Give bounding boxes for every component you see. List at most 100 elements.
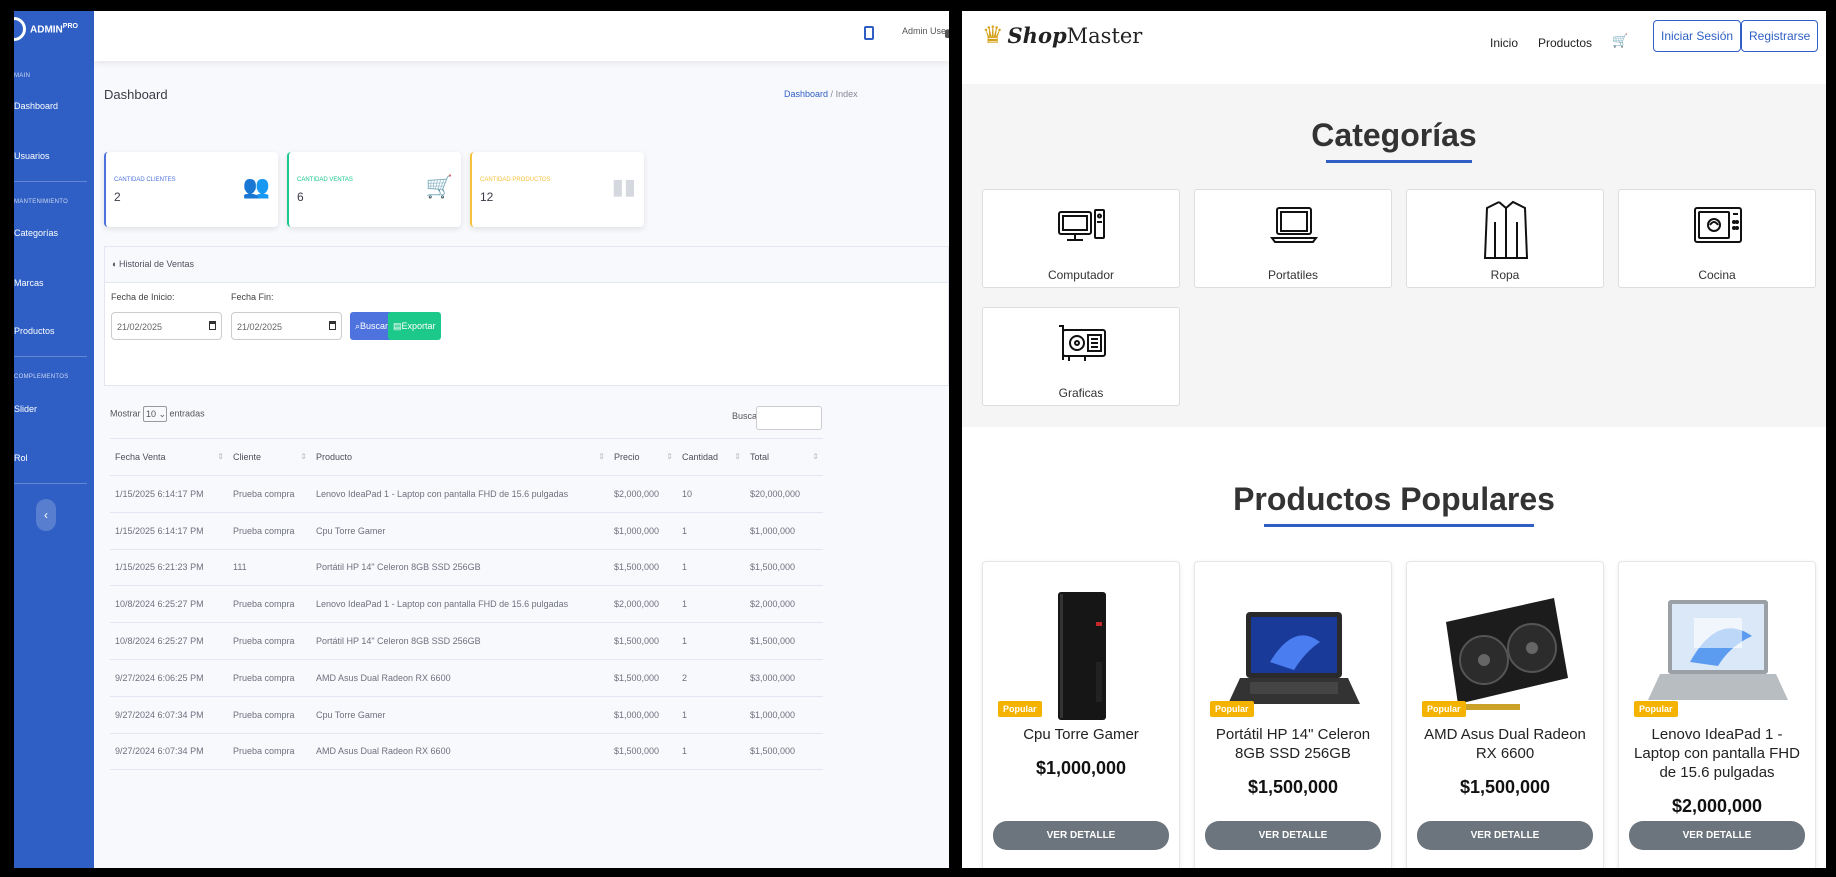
stat-value: 6 [297,190,304,204]
cell-cantidad: 1 [677,696,745,734]
stat-card-productos: CANTIDAD PRODUCTOS 12 ▮▮ [470,152,644,227]
categories-title: Categorías [1311,117,1477,153]
nav-link-inicio[interactable]: Inicio [1490,36,1518,50]
table-row: 1/15/2025 6:21:23 PM 111 Portátil HP 14" C… [110,549,823,587]
category-name: Graficas [1058,386,1104,400]
category-card-cocina[interactable]: Cocina [1618,189,1816,288]
category-card-ropa[interactable]: Ropa [1406,189,1604,288]
view-detail-button[interactable]: VER DETALLE [1629,821,1805,850]
cell-fecha-venta: 10/8/2024 6:25:27 PM [110,622,228,660]
calendar-icon[interactable] [209,321,216,330]
table-row: 1/15/2025 6:14:17 PM Prueba compra Lenovo … [110,475,823,513]
end-date-input[interactable]: 21/02/2025 [231,312,342,340]
sidebar-toggle-button[interactable]: ‹ [36,499,56,531]
col-fecha-venta[interactable]: Fecha Venta [110,438,228,476]
product-card[interactable]: Popular Portátil HP 14" Celeron 8GB SSD … [1194,561,1392,868]
sidebar-item-dashboard[interactable]: Dashboard [14,101,58,111]
product-card[interactable]: Popular AMD Asus Dual Radeon RX 6600 $1,… [1406,561,1604,868]
cell-precio: $1,500,000 [609,733,677,771]
view-detail-button[interactable]: VER DETALLE [993,821,1169,850]
table-row: 10/8/2024 6:25:27 PM Prueba compra Portáti… [110,622,823,660]
cell-precio: $2,000,000 [609,585,677,624]
view-detail-button[interactable]: VER DETALLE [1205,821,1381,850]
calendar-icon[interactable] [329,321,336,330]
datatable-length: Mostrar 10 ⌄ entradas [110,406,205,422]
category-card-computador[interactable]: Computador [982,189,1180,288]
col-cliente[interactable]: Cliente [228,438,311,476]
sidebar-item-usuarios[interactable]: Usuarios [14,151,50,161]
sidebar-divider [14,356,87,357]
cell-precio: $1,000,000 [609,512,677,550]
view-detail-button[interactable]: VER DETALLE [1417,821,1593,850]
cell-total: $3,000,000 [745,659,823,697]
product-card[interactable]: Popular Lenovo IdeaPad 1 - Laptop con pa… [1618,561,1816,868]
datatable-search-input[interactable] [756,406,822,430]
admin-panel: ADMINPRO MAIN Dashboard Usuarios MANTENI… [14,11,949,868]
table-row: 9/27/2024 6:07:34 PM Prueba compra AMD Asu… [110,733,823,771]
shop-navbar: ♛ ShopMaster Inicio Productos 🛒 Iniciar … [962,11,1826,84]
admin-sidebar: ADMINPRO MAIN Dashboard Usuarios MANTENI… [14,11,94,868]
sidebar-heading-mantenimiento: MANTENIMIENTO [14,199,69,205]
cell-total: $1,500,000 [745,622,823,660]
stat-value: 2 [114,190,121,204]
category-card-portatiles[interactable]: Portatiles [1194,189,1392,288]
stat-label: CANTIDAD PRODUCTOS [480,177,551,183]
start-date-input[interactable]: 21/02/2025 [111,312,222,340]
admin-brand[interactable]: ADMINPRO [14,17,78,41]
cell-cantidad: 1 [677,622,745,660]
entries-select[interactable]: 10 ⌄ [143,406,168,422]
cell-precio: $1,000,000 [609,696,677,734]
export-button[interactable]: ▤Exportar [388,312,441,340]
breadcrumb-link-dashboard[interactable]: Dashboard [784,89,828,99]
title-underline [1264,524,1534,527]
cart-icon[interactable]: 🛒 [1612,33,1628,49]
cell-precio: $1,500,000 [609,622,677,660]
categories-section: Categorías Computador Portatiles Ropa Co… [962,84,1826,427]
register-button[interactable]: Registrarse [1741,20,1819,52]
category-name: Computador [1047,268,1115,282]
cell-fecha-venta: 10/8/2024 6:25:27 PM [110,585,228,624]
table-row: 10/8/2024 6:25:27 PM Prueba compra Lenovo … [110,585,823,624]
sidebar-item-productos[interactable]: Productos [14,326,55,336]
product-card[interactable]: Popular Cpu Torre Gamer $1,000,000 VER D… [982,561,1180,868]
page-title: Dashboard [104,87,168,102]
start-date-label: Fecha de Inicio: [111,292,175,302]
category-card-graficas[interactable]: Graficas [982,307,1180,406]
product-price: $1,500,000 [1247,777,1339,797]
boxes-icon: ▮▮ [611,174,636,199]
cell-producto: Cpu Torre Gamer [311,696,609,734]
product-price: $1,500,000 [1459,777,1551,797]
cell-total: $1,500,000 [745,549,823,587]
cell-cliente: Prueba compra [228,475,311,513]
col-cantidad[interactable]: Cantidad [677,438,745,476]
col-total[interactable]: Total [745,438,823,476]
shop-logo[interactable]: ♛ ShopMaster [982,21,1142,50]
sidebar-item-marcas[interactable]: Marcas [14,278,44,288]
title-underline [1326,160,1472,163]
sidebar-item-rol[interactable]: Rol [14,453,28,463]
col-producto[interactable]: Producto [311,438,609,476]
sidebar-item-categorias[interactable]: Categorías [14,228,58,238]
table-row: 1/15/2025 6:14:17 PM Prueba compra Cpu Tor… [110,512,823,550]
sidebar-item-slider[interactable]: Slider [14,404,37,414]
search-button[interactable]: ⌕Buscar [350,312,394,340]
nav-link-productos[interactable]: Productos [1538,36,1592,50]
cell-fecha-venta: 1/15/2025 6:14:17 PM [110,512,228,550]
login-button[interactable]: Iniciar Sesión [1653,20,1742,52]
cell-fecha-venta: 1/15/2025 6:14:17 PM [110,475,228,513]
cell-cantidad: 1 [677,585,745,624]
col-precio[interactable]: Precio [609,438,677,476]
sales-table: Fecha Venta Cliente Producto Precio Cant… [110,438,823,771]
stat-card-ventas: CANTIDAD VENTAS 6 🛒 [287,152,461,227]
cell-fecha-venta: 9/27/2024 6:07:34 PM [110,733,228,771]
cell-precio: $1,500,000 [609,549,677,587]
topbar-user-name[interactable]: Admin User [902,26,949,36]
store-icon[interactable] [864,26,874,40]
brand-name: ADMINPRO [30,22,78,36]
product-name: Cpu Torre Gamer [1023,726,1139,743]
cell-fecha-venta: 9/27/2024 6:06:25 PM [110,659,228,697]
table-row: 9/27/2024 6:06:25 PM Prueba compra AMD Asu… [110,659,823,697]
user-avatar[interactable] [945,30,949,38]
cell-cantidad: 10 [677,475,745,513]
sidebar-divider [14,181,87,182]
